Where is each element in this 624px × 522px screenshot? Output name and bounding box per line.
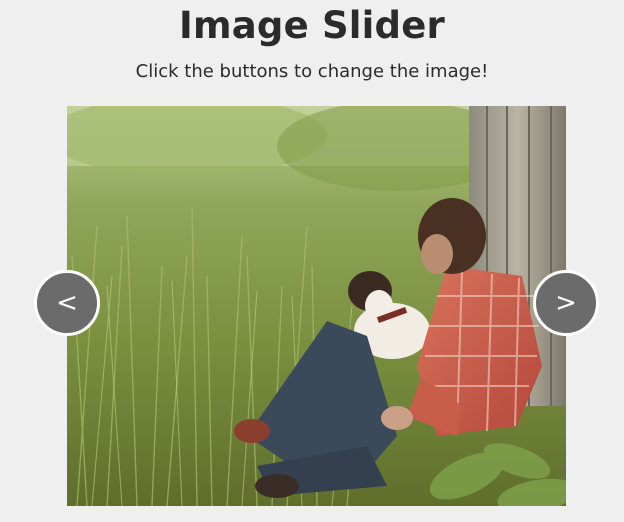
page-subtitle: Click the buttons to change the image! [135, 61, 489, 82]
slider-image [67, 106, 566, 506]
next-button[interactable]: > [533, 270, 599, 336]
page: Image Slider Click the buttons to change… [0, 0, 624, 522]
slider-photo [67, 106, 566, 506]
page-title: Image Slider [179, 4, 445, 47]
previous-button[interactable]: < [34, 270, 100, 336]
